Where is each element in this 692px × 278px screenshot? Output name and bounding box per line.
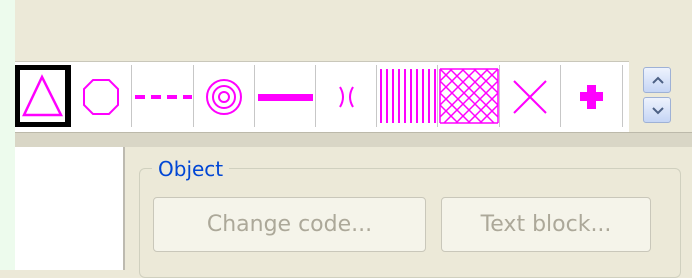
splitter-bar[interactable] [15,132,692,147]
palette-item-cross-hatch[interactable] [438,65,500,127]
toolbar-top-area [15,0,692,59]
cross-hatch-icon [439,68,499,124]
text-block-button[interactable]: Text block... [441,197,651,252]
scroll-down-icon [652,107,664,115]
octagon-icon [83,79,119,115]
palette-item-concentric-circles[interactable] [194,65,255,127]
thick-line-icon [258,94,313,101]
object-group-title: Object [152,156,230,182]
concentric-circles-icon [206,79,242,115]
bracket-pair-icon [339,86,354,108]
palette-item-triangle[interactable] [15,65,71,127]
palette-item-octagon[interactable] [71,65,132,127]
scroll-up-button[interactable] [643,67,671,93]
triangle-icon [20,70,65,122]
palette-item-bracket-pair[interactable] [316,65,377,127]
x-cross-icon [513,80,547,114]
palette-scroll-panel [629,61,692,131]
dashed-line-icon [135,95,192,99]
left-edge-strip [0,0,15,270]
vertical-hatch-icon [380,69,436,123]
change-code-button[interactable]: Change code... [153,197,426,252]
palette-item-vertical-hatch[interactable] [377,65,438,127]
scroll-up-icon [652,76,664,84]
scroll-down-button[interactable] [643,97,671,123]
palette-item-thick-line[interactable] [255,65,316,127]
plus-cross-icon [580,85,603,109]
palette-item-plus-cross[interactable] [561,65,623,127]
symbol-palette [15,61,629,133]
palette-item-x-cross[interactable] [500,65,561,127]
left-list-pane[interactable] [15,147,125,270]
palette-item-dashed-line[interactable] [132,65,194,127]
